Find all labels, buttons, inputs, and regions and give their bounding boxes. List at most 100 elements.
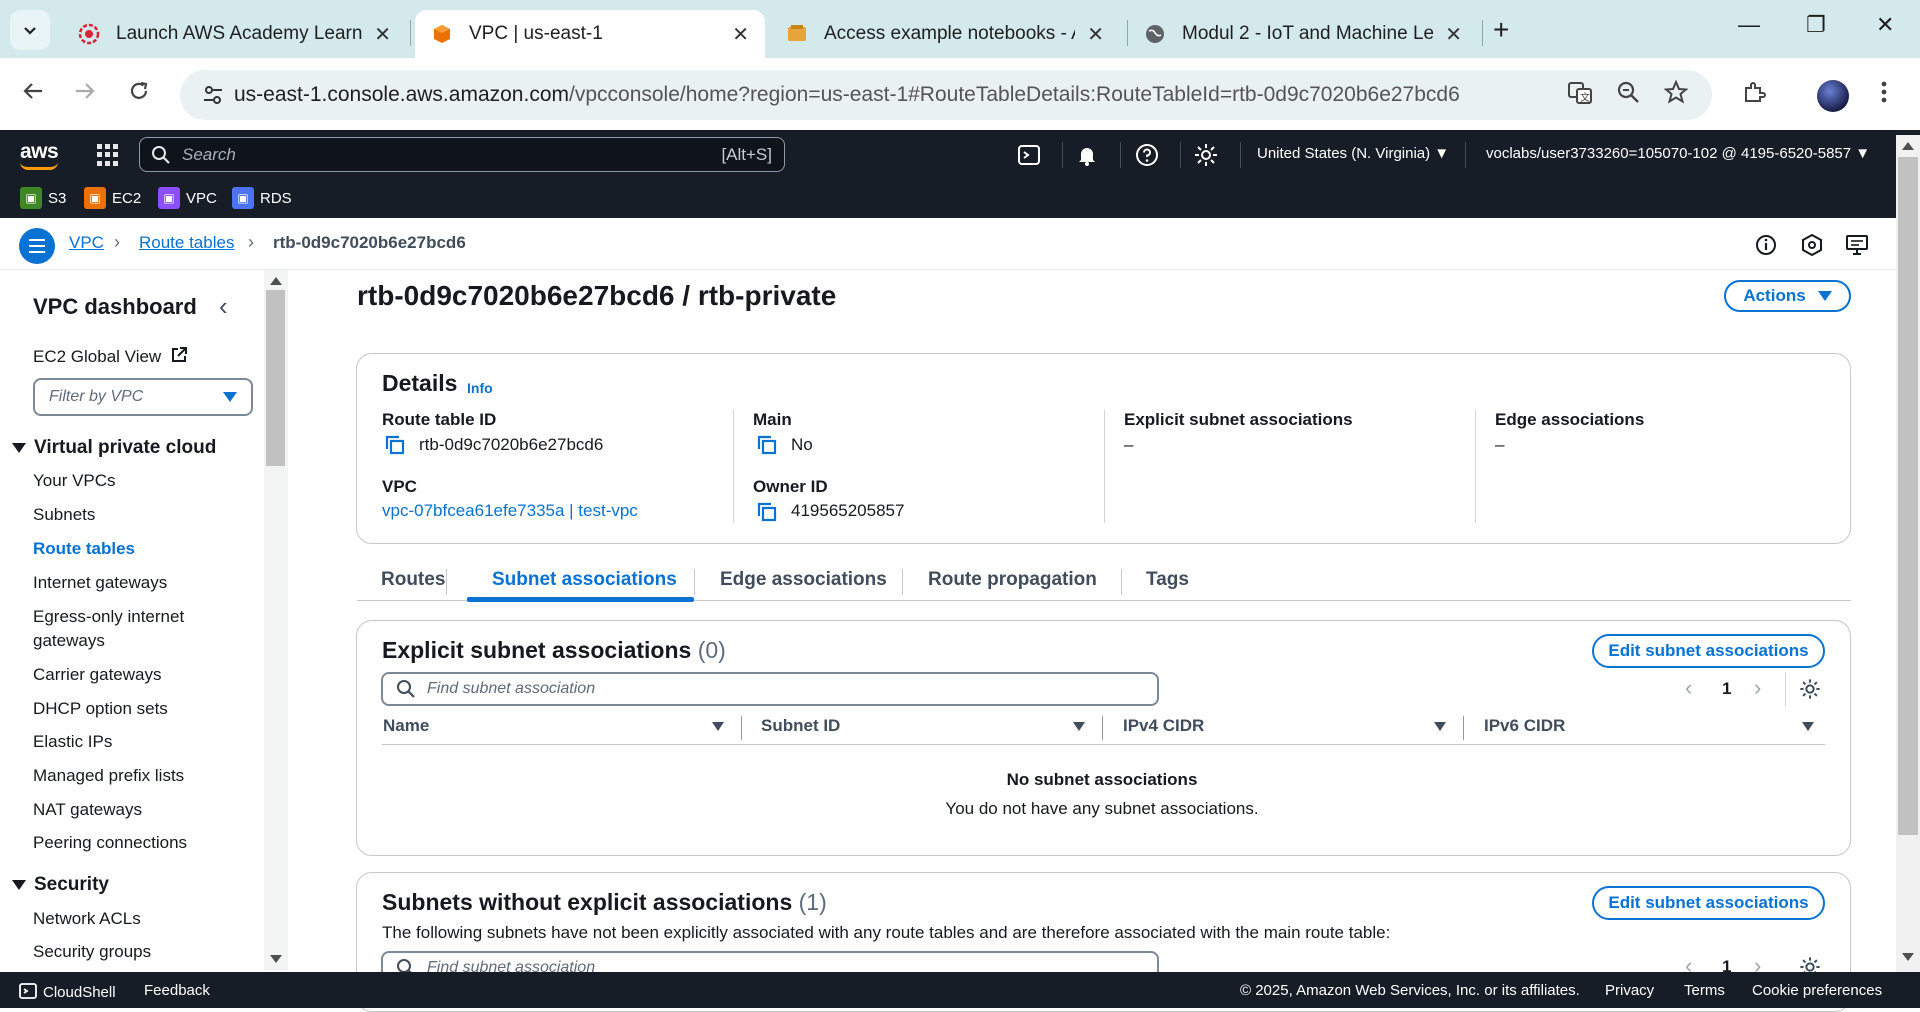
region-selector[interactable]: United States (N. Virginia) ▼: [1257, 145, 1449, 162]
cloudshell-icon[interactable]: [1017, 143, 1041, 167]
settings-hex-icon[interactable]: [1800, 233, 1824, 257]
actions-button[interactable]: Actions: [1724, 280, 1851, 312]
tab-route-propagation[interactable]: Route propagation: [928, 569, 1097, 591]
copy-icon[interactable]: [385, 435, 405, 455]
feedback-link[interactable]: Feedback: [144, 982, 210, 999]
tab-search-button[interactable]: [10, 10, 50, 50]
gear-icon[interactable]: [1194, 143, 1218, 167]
tab-tags[interactable]: Tags: [1146, 569, 1189, 591]
privacy-link[interactable]: Privacy: [1605, 982, 1654, 999]
hamburger-menu-icon[interactable]: [19, 228, 55, 264]
account-menu[interactable]: voclabs/user3733260=105070-102 @ 4195-65…: [1486, 145, 1870, 162]
zoom-icon[interactable]: [1616, 80, 1640, 110]
favorite-s3[interactable]: ▣ S3: [20, 187, 66, 209]
filter-by-vpc-select[interactable]: Filter by VPC: [33, 378, 253, 416]
cloudshell-button[interactable]: CloudShell: [19, 982, 116, 1001]
sort-caret-icon[interactable]: [1073, 722, 1085, 731]
vpc-link[interactable]: vpc-07bfcea61efe7335a | test-vpc: [382, 501, 638, 521]
sort-caret-icon[interactable]: [712, 722, 724, 731]
sidebar-item-subnets[interactable]: Subnets: [33, 505, 95, 525]
favorite-vpc[interactable]: ▣ VPC: [158, 187, 217, 209]
sidebar-item-your-vpcs[interactable]: Your VPCs: [33, 471, 116, 491]
sidebar-item-nat-gateways[interactable]: NAT gateways: [33, 800, 142, 820]
sidebar-item-egress-only-gateways-cont[interactable]: gateways: [33, 631, 105, 651]
close-icon[interactable]: ✕: [374, 22, 391, 47]
sidebar-item-managed-prefix-lists[interactable]: Managed prefix lists: [33, 766, 184, 786]
tab-routes[interactable]: Routes: [381, 569, 445, 591]
close-window-button[interactable]: ✕: [1876, 12, 1894, 38]
sidebar-item-ec2-global-view[interactable]: EC2 Global View: [33, 346, 188, 367]
sidebar-title[interactable]: VPC dashboard: [33, 294, 197, 320]
monitor-icon[interactable]: [1845, 233, 1869, 257]
breadcrumb-vpc[interactable]: VPC: [69, 233, 104, 253]
back-button[interactable]: [22, 80, 44, 109]
favorite-ec2[interactable]: ▣ EC2: [84, 187, 141, 209]
browser-tab[interactable]: Launch AWS Academy Learner Lab ✕: [62, 10, 407, 58]
minimize-button[interactable]: —: [1738, 12, 1760, 38]
close-icon[interactable]: ✕: [1087, 22, 1104, 47]
aws-logo[interactable]: aws: [20, 140, 59, 164]
scroll-down-arrow[interactable]: [270, 955, 282, 963]
copy-icon[interactable]: [757, 502, 777, 522]
page-scrollbar-thumb[interactable]: [1898, 157, 1918, 835]
column-header-ipv6-cidr[interactable]: IPv6 CIDR: [1484, 716, 1565, 736]
sidebar-item-peering-connections[interactable]: Peering connections: [33, 833, 187, 853]
favorite-rds[interactable]: ▣ RDS: [232, 187, 292, 209]
new-tab-button[interactable]: +: [1493, 14, 1509, 46]
cookie-preferences-link[interactable]: Cookie preferences: [1752, 982, 1882, 999]
sidebar-item-route-tables[interactable]: Route tables: [33, 539, 135, 559]
sidebar-item-carrier-gateways[interactable]: Carrier gateways: [33, 665, 162, 685]
sidebar-item-dhcp-option-sets[interactable]: DHCP option sets: [33, 699, 168, 719]
tab-edge-associations[interactable]: Edge associations: [720, 569, 887, 591]
forward-button[interactable]: [74, 80, 96, 109]
sidebar-item-elastic-ips[interactable]: Elastic IPs: [33, 732, 112, 752]
column-resizer[interactable]: [1102, 716, 1103, 740]
column-header-name[interactable]: Name: [383, 716, 429, 736]
current-page[interactable]: 1: [1722, 679, 1731, 699]
next-page-icon[interactable]: ›: [1754, 675, 1761, 701]
info-link[interactable]: Info: [467, 380, 493, 396]
sort-caret-icon[interactable]: [1434, 722, 1446, 731]
url-field[interactable]: us-east-1.console.aws.amazon.com/vpccons…: [180, 70, 1712, 120]
scroll-down-arrow[interactable]: [1902, 953, 1914, 961]
scroll-up-arrow[interactable]: [1902, 142, 1914, 150]
terms-link[interactable]: Terms: [1684, 982, 1725, 999]
site-settings-icon[interactable]: [200, 82, 226, 108]
sort-caret-icon[interactable]: [1802, 722, 1814, 731]
column-header-ipv4-cidr[interactable]: IPv4 CIDR: [1123, 716, 1204, 736]
close-icon[interactable]: ✕: [732, 22, 749, 47]
browser-menu-icon[interactable]: [1880, 80, 1888, 110]
browser-tab[interactable]: Access example notebooks - Amazon ✕: [770, 10, 1120, 58]
restore-button[interactable]: ❐: [1806, 12, 1826, 38]
sidebar-item-egress-only-gateways[interactable]: Egress-only internet: [33, 607, 184, 627]
previous-page-icon[interactable]: ‹: [1685, 675, 1692, 701]
info-circle-icon[interactable]: [1754, 233, 1778, 257]
sidebar-item-internet-gateways[interactable]: Internet gateways: [33, 573, 167, 593]
extensions-icon[interactable]: [1742, 80, 1766, 110]
sidebar-item-network-acls[interactable]: Network ACLs: [33, 909, 141, 929]
sidebar-section-security[interactable]: Security: [12, 874, 109, 896]
browser-tab[interactable]: Modul 2 - IoT and Machine Learning ✕: [1128, 10, 1478, 58]
browser-tab-active[interactable]: VPC | us-east-1 ✕: [415, 10, 765, 58]
close-sidebar-icon[interactable]: ‹: [219, 291, 228, 322]
tab-subnet-associations[interactable]: Subnet associations: [492, 569, 677, 591]
sidebar-item-security-groups[interactable]: Security groups: [33, 942, 151, 962]
column-resizer[interactable]: [1463, 716, 1464, 740]
gear-icon[interactable]: [1799, 678, 1821, 700]
find-subnet-association-input[interactable]: Find subnet association: [381, 672, 1159, 706]
close-icon[interactable]: ✕: [1445, 22, 1462, 47]
translate-icon[interactable]: 文: [1567, 80, 1593, 112]
scroll-up-arrow[interactable]: [270, 277, 282, 285]
column-header-subnet-id[interactable]: Subnet ID: [761, 716, 840, 736]
copy-icon[interactable]: [757, 435, 777, 455]
sidebar-scrollbar-thumb[interactable]: [266, 290, 285, 466]
profile-avatar[interactable]: [1817, 80, 1849, 112]
column-resizer[interactable]: [741, 716, 742, 740]
console-search-input[interactable]: Search [Alt+S]: [139, 137, 785, 172]
bell-icon[interactable]: [1075, 143, 1099, 167]
edit-subnet-associations-button[interactable]: Edit subnet associations: [1592, 634, 1825, 668]
reload-button[interactable]: [128, 80, 150, 109]
sidebar-section-vpc[interactable]: Virtual private cloud: [12, 437, 216, 459]
breadcrumb-route-tables[interactable]: Route tables: [139, 233, 234, 253]
bookmark-star-icon[interactable]: [1663, 79, 1689, 110]
